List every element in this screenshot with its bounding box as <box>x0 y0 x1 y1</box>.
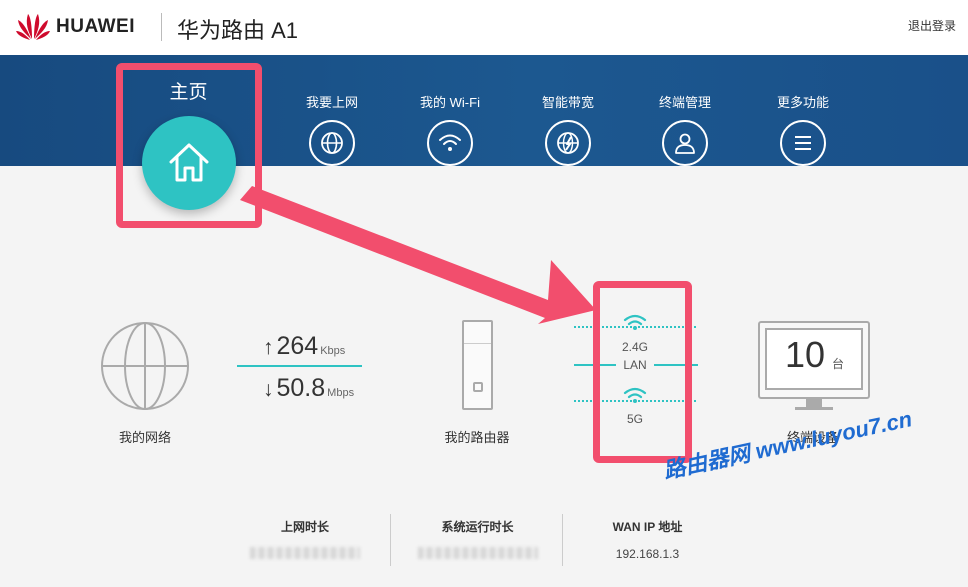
upload-value: 264 <box>276 332 319 360</box>
globe-icon <box>321 132 343 154</box>
menu-icon <box>795 136 811 150</box>
devices-unit: 台 <box>832 357 845 371</box>
uptime-value <box>410 547 545 562</box>
nav-item-label: 更多功能 <box>776 95 829 110</box>
bandwidth-icon <box>557 132 579 154</box>
wifi-24g-icon <box>623 314 647 330</box>
nav-item-label: 智能带宽 <box>541 95 594 110</box>
nav-item-wifi[interactable]: 我的 Wi-Fi <box>400 92 500 166</box>
download-value: 50.8 <box>276 374 326 402</box>
info-divider <box>390 514 391 566</box>
watermark-text: 路由器网 www.luyou7.cn <box>661 406 915 484</box>
nav-home-label: 主页 <box>169 82 208 103</box>
info-divider <box>562 514 563 566</box>
devices-count: 10 <box>785 334 826 375</box>
wifi-5g-icon <box>623 387 647 403</box>
lan-line-left <box>574 364 616 366</box>
download-arrow-icon: ↓ <box>263 378 274 401</box>
download-rate: ↓ 50.8 Mbps <box>263 374 354 403</box>
online-time-title: 上网时长 <box>280 520 329 534</box>
nav-item-internet[interactable]: 我要上网 <box>282 92 382 166</box>
nav-item-more[interactable]: 更多功能 <box>753 92 853 166</box>
network-label: 我的网络 <box>118 430 171 445</box>
home-icon <box>169 143 209 182</box>
router-icon[interactable] <box>462 320 493 410</box>
header-divider <box>161 13 162 41</box>
upload-arrow-icon: ↑ <box>263 336 274 359</box>
network-globe-icon[interactable] <box>100 321 190 411</box>
nav-item-label: 我的 Wi-Fi <box>420 95 480 110</box>
logout-link[interactable]: 退出登录 <box>908 17 956 34</box>
online-time-info: 上网时长 <box>240 518 370 562</box>
upload-rate: ↑ 264 Kbps <box>263 332 345 361</box>
rate-divider <box>237 365 362 367</box>
annotation-box-connection <box>593 281 692 463</box>
router-label: 我的路由器 <box>444 430 510 445</box>
wan-ip-value: 192.168.1.3 <box>615 547 680 561</box>
huawei-logo-icon <box>16 14 50 40</box>
lan-line-right <box>654 364 698 366</box>
top-bar: HUAWEI 华为路由 A1 退出登录 <box>0 0 968 55</box>
download-unit: Mbps <box>327 387 355 399</box>
user-icon <box>675 133 695 154</box>
band-5g-label: 5G <box>626 412 643 426</box>
wan-ip-info: WAN IP 地址 192.168.1.3 <box>585 518 710 561</box>
uptime-info: 系统运行时长 <box>410 518 545 562</box>
uptime-title: 系统运行时长 <box>441 520 514 534</box>
nav-item-bandwidth[interactable]: 智能带宽 <box>518 92 618 166</box>
nav-item-label: 终端管理 <box>658 95 711 110</box>
wifi-icon <box>439 134 461 151</box>
lan-label: LAN <box>623 358 647 372</box>
monitor-base <box>795 407 833 410</box>
band-24g-label: 2.4G <box>621 340 648 354</box>
nav-home-button[interactable] <box>142 116 236 210</box>
product-title: 华为路由 A1 <box>177 18 299 43</box>
upload-unit: Kbps <box>320 345 346 357</box>
monitor-stand <box>806 399 822 407</box>
brand-name: HUAWEI <box>56 16 135 37</box>
online-time-value <box>240 547 370 562</box>
nav-item-devices[interactable]: 终端管理 <box>635 92 735 166</box>
wan-ip-title: WAN IP 地址 <box>612 520 683 534</box>
nav-item-label: 我要上网 <box>305 95 358 110</box>
